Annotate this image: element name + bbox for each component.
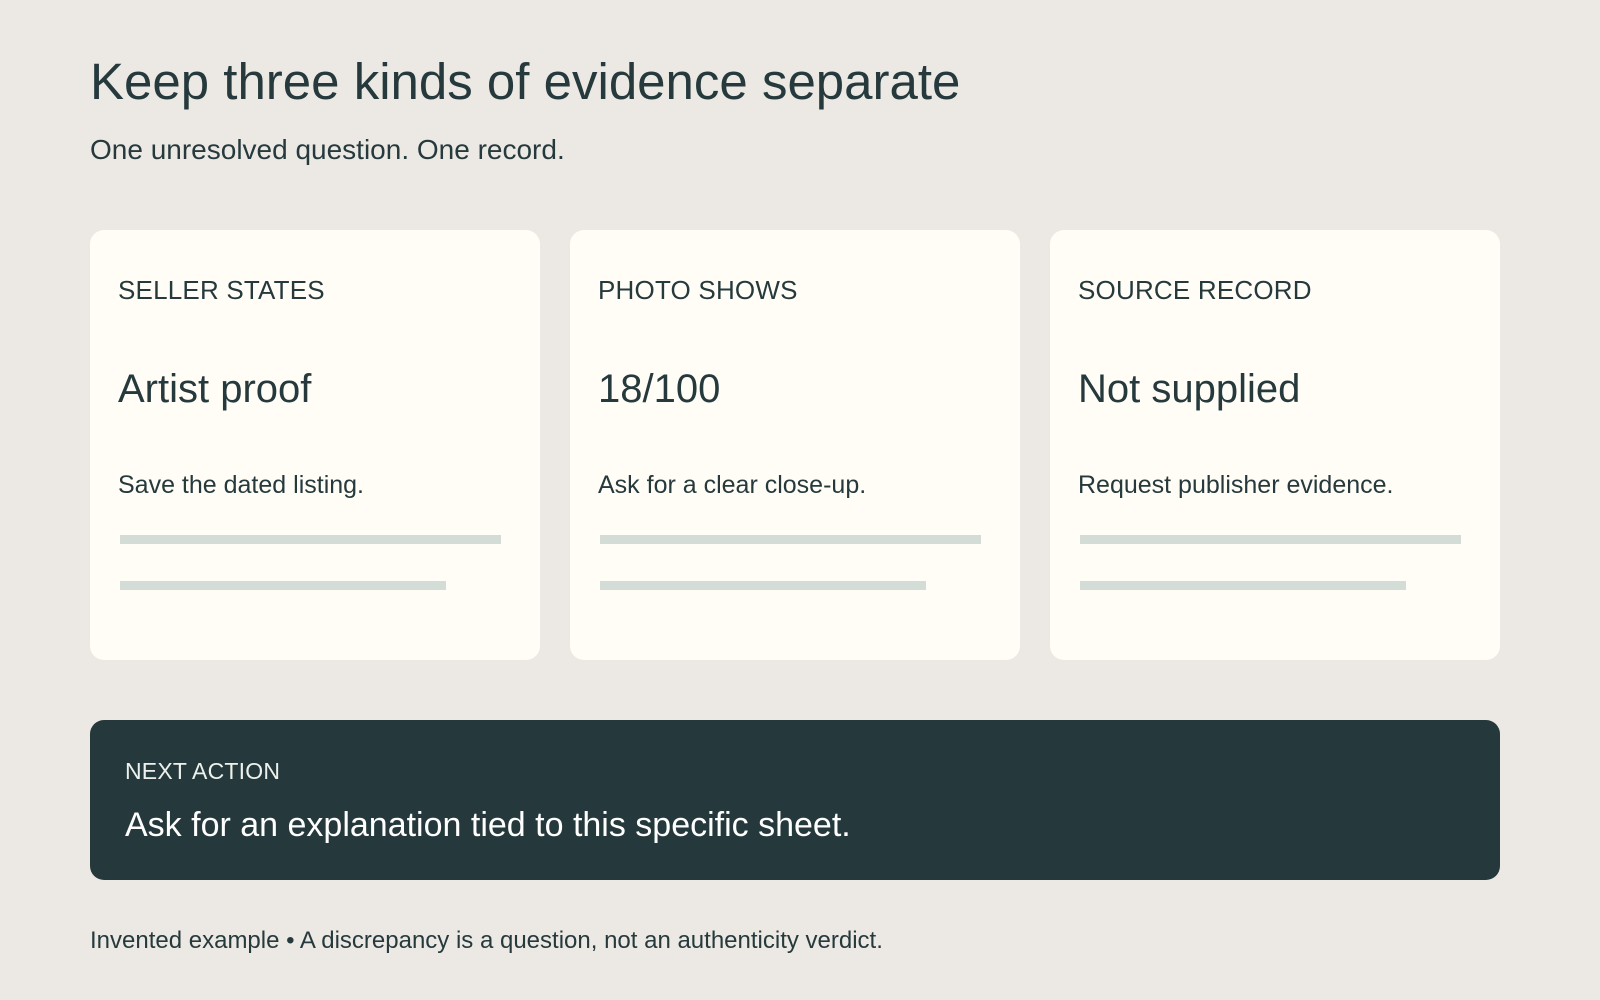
seller-states-value: Artist proof: [118, 367, 312, 411]
seller-states-long-placeholder-line: [120, 535, 501, 544]
photo-shows-label: PHOTO SHOWS: [598, 275, 798, 305]
seller-states-note: Save the dated listing.: [118, 471, 364, 499]
evidence-card-grid: SELLER STATES Artist proof Save the date…: [90, 230, 1500, 660]
photo-shows-long-placeholder-line: [600, 535, 981, 544]
source-record-value: Not supplied: [1078, 367, 1301, 411]
footnote-text: A discrepancy is a question, not an auth…: [299, 927, 883, 954]
source-record-label: SOURCE RECORD: [1078, 275, 1312, 305]
source-record-note: Request publisher evidence.: [1078, 471, 1394, 499]
footnote: Invented example • A discrepancy is a qu…: [90, 926, 883, 956]
next-action-label: NEXT ACTION: [125, 758, 281, 784]
footnote-separator: •: [279, 927, 300, 954]
photo-shows-card: PHOTO SHOWS 18/100 Ask for a clear close…: [570, 230, 1020, 660]
source-record-long-placeholder-line: [1080, 535, 1461, 544]
evidence-page: Keep three kinds of evidence separate On…: [90, 0, 1500, 1000]
next-action-text: Ask for an explanation tied to this spec…: [125, 806, 851, 844]
source-record-card: SOURCE RECORD Not supplied Request publi…: [1050, 230, 1500, 660]
photo-shows-short-placeholder-line: [600, 581, 926, 590]
next-action-panel: NEXT ACTION Ask for an explanation tied …: [90, 720, 1500, 880]
seller-states-label: SELLER STATES: [118, 275, 325, 305]
seller-states-short-placeholder-line: [120, 581, 446, 590]
footnote-label: Invented example: [90, 927, 280, 954]
source-record-short-placeholder-line: [1080, 581, 1406, 590]
page-title: Keep three kinds of evidence separate: [90, 53, 961, 110]
page-subtitle: One unresolved question. One record.: [90, 134, 565, 165]
photo-shows-note: Ask for a clear close-up.: [598, 471, 867, 499]
photo-shows-value: 18/100: [598, 367, 721, 411]
seller-states-card: SELLER STATES Artist proof Save the date…: [90, 230, 540, 660]
